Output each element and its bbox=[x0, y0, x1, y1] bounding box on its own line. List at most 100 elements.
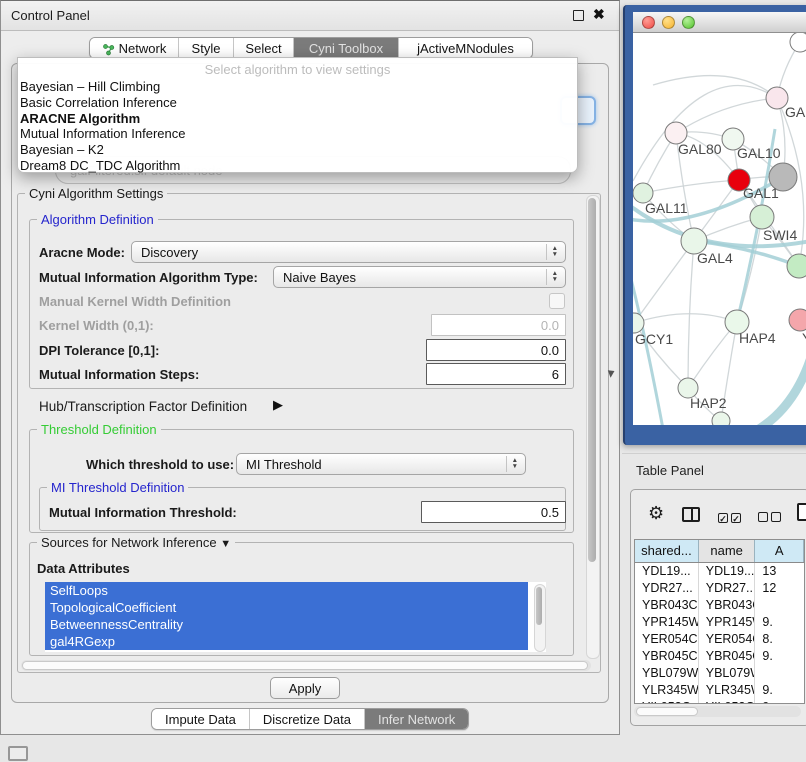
network-node-SWI4[interactable] bbox=[750, 205, 774, 229]
attributes-list-scrollbar[interactable] bbox=[534, 584, 546, 652]
checked-boxes-icon[interactable]: ✓✓ bbox=[718, 509, 744, 527]
dpi-tolerance-field[interactable] bbox=[426, 339, 566, 361]
table-header-row: shared...nameA bbox=[635, 540, 804, 563]
hub-section-label[interactable]: Hub/Transcription Factor Definition bbox=[39, 399, 247, 414]
table-cell: YPR145W bbox=[635, 614, 699, 631]
table-cell: YBR043C bbox=[699, 597, 756, 614]
minimized-panel-icon[interactable] bbox=[8, 746, 28, 761]
network-node-top-partial[interactable] bbox=[790, 33, 806, 52]
table-cell bbox=[755, 665, 804, 682]
tab-jactivemnodules[interactable]: jActiveMNodules bbox=[399, 38, 532, 59]
table-cell: YBR045C bbox=[635, 648, 699, 665]
algorithm-option[interactable]: Dream8 DC_TDC Algorithm bbox=[18, 158, 577, 174]
network-node-label: HAP2 bbox=[690, 395, 727, 411]
mi-threshold-field[interactable] bbox=[421, 501, 566, 523]
mi-algorithm-type-label: Mutual Information Algorithm Type: bbox=[39, 270, 258, 285]
algorithm-option[interactable]: Basic Correlation Inference bbox=[18, 95, 577, 111]
network-edge bbox=[633, 271, 663, 425]
network-edge bbox=[688, 241, 694, 388]
network-edge bbox=[759, 351, 806, 425]
table-row[interactable]: YDR27...YDR27...12 bbox=[635, 580, 804, 597]
node-attribute-table: shared...nameAYDL19...YDL19...13YDR27...… bbox=[634, 539, 805, 704]
network-node-pink-right[interactable] bbox=[789, 309, 806, 331]
kernel-width-field[interactable] bbox=[431, 314, 566, 336]
algorithm-placeholder: Select algorithm to view settings bbox=[18, 58, 577, 79]
apply-button[interactable]: Apply bbox=[270, 677, 340, 699]
table-row[interactable]: YBR043CYBR043C bbox=[635, 597, 804, 614]
network-node-bottom-small[interactable] bbox=[712, 412, 730, 425]
data-attribute-item[interactable]: TopologicalCoefficient bbox=[45, 599, 528, 616]
network-window-titlebar[interactable] bbox=[633, 12, 806, 33]
bottom-tab-impute-data[interactable]: Impute Data bbox=[152, 709, 250, 730]
network-canvas[interactable]: GALGAL80GAL10GAL1GAL11SWI4GAL4GCY1HAP4YH… bbox=[633, 33, 806, 425]
data-attributes-list[interactable]: SelfLoopsTopologicalCoefficientBetweenne… bbox=[45, 582, 546, 652]
algorithm-option[interactable]: Mutual Information Inference bbox=[18, 126, 577, 142]
algorithm-option[interactable]: ARACNE Algorithm bbox=[18, 111, 577, 127]
settings-horizontal-scrollbar[interactable] bbox=[21, 660, 591, 671]
table-cell: 9. bbox=[755, 648, 804, 665]
table-row[interactable]: YIL052CYIL052C9 bbox=[635, 699, 804, 704]
bottom-tab-discretize-data[interactable]: Discretize Data bbox=[250, 709, 365, 730]
mi-steps-field[interactable] bbox=[426, 363, 566, 385]
column-header[interactable]: shared... bbox=[635, 540, 699, 562]
network-edge bbox=[676, 98, 777, 133]
which-threshold-select[interactable]: MI Threshold ▲▼ bbox=[236, 453, 526, 475]
table-cell: YIL052C bbox=[699, 699, 756, 704]
table-row[interactable]: YER054CYER054C8. bbox=[635, 631, 804, 648]
cyni-algorithm-settings-title: Cyni Algorithm Settings bbox=[25, 186, 167, 201]
tab-cyni-toolbox[interactable]: Cyni Toolbox bbox=[294, 38, 399, 59]
data-attribute-item[interactable]: SelfLoops bbox=[45, 582, 528, 599]
gear-icon[interactable]: ⚙ bbox=[648, 503, 664, 524]
table-row[interactable]: YBL079WYBL079W bbox=[635, 665, 804, 682]
manual-kernel-width-label: Manual Kernel Width Definition bbox=[39, 294, 231, 309]
cyni-bottom-tab-bar: Impute DataDiscretize Data Infer Network bbox=[151, 708, 469, 730]
close-panel-icon[interactable]: ✖ bbox=[593, 6, 605, 23]
mi-threshold-title: MI Threshold Definition bbox=[47, 480, 188, 495]
tab-label: Infer Network bbox=[378, 709, 455, 730]
network-node-label: GAL4 bbox=[697, 250, 733, 266]
table-cell: YLR345W bbox=[635, 682, 699, 699]
table-horizontal-scrollbar[interactable] bbox=[634, 706, 801, 717]
aracne-mode-select[interactable]: Discovery ▲▼ bbox=[131, 241, 566, 263]
tab-select[interactable]: Select bbox=[234, 38, 294, 59]
data-attribute-item[interactable]: gal4RGexp bbox=[45, 633, 528, 650]
aracne-mode-label: Aracne Mode: bbox=[39, 245, 125, 260]
columns-icon[interactable] bbox=[682, 507, 700, 522]
algorithm-option[interactable]: Bayesian – Hill Climbing bbox=[18, 79, 577, 95]
tab-label: jActiveMNodules bbox=[417, 38, 514, 59]
zoom-traffic-light[interactable] bbox=[682, 16, 695, 29]
table-cell: YER054C bbox=[635, 631, 699, 648]
data-attribute-item[interactable]: BetweennessCentrality bbox=[45, 616, 528, 633]
manual-kernel-width-checkbox[interactable] bbox=[549, 293, 565, 309]
float-window-icon[interactable] bbox=[573, 10, 584, 21]
network-node-label: GAL1 bbox=[743, 185, 779, 201]
which-threshold-value: MI Threshold bbox=[246, 457, 506, 472]
bottom-tab-infer-network[interactable]: Infer Network bbox=[365, 709, 468, 730]
page-icon[interactable] bbox=[797, 503, 806, 521]
table-cell: YPR145W bbox=[699, 614, 756, 631]
collapse-arrow-icon[interactable]: ▼ bbox=[220, 538, 231, 550]
algorithm-option[interactable]: Bayesian – K2 bbox=[18, 142, 577, 158]
unchecked-boxes-icon[interactable] bbox=[758, 509, 784, 527]
column-header[interactable]: A bbox=[755, 540, 804, 562]
table-row[interactable]: YBR045CYBR045C9. bbox=[635, 648, 804, 665]
table-row[interactable]: YPR145WYPR145W9. bbox=[635, 614, 804, 631]
mi-algorithm-type-select[interactable]: Naive Bayes ▲▼ bbox=[273, 266, 566, 288]
table-cell bbox=[755, 597, 804, 614]
column-header[interactable]: name bbox=[699, 540, 756, 562]
divider bbox=[622, 453, 806, 454]
minimize-traffic-light[interactable] bbox=[662, 16, 675, 29]
tab-network[interactable]: Network bbox=[90, 38, 179, 59]
expand-arrow-icon[interactable]: ▶ bbox=[273, 397, 283, 413]
table-panel-title: Table Panel bbox=[636, 463, 704, 478]
table-row[interactable]: YDL19...YDL19...13 bbox=[635, 563, 804, 580]
algorithm-definition-title: Algorithm Definition bbox=[37, 212, 158, 227]
close-traffic-light[interactable] bbox=[642, 16, 655, 29]
table-row[interactable]: YLR345WYLR345W9. bbox=[635, 682, 804, 699]
mi-steps-label: Mutual Information Steps: bbox=[39, 367, 199, 382]
settings-vertical-scrollbar[interactable] bbox=[586, 195, 600, 659]
network-node-green-right[interactable] bbox=[787, 254, 806, 278]
tab-style[interactable]: Style bbox=[179, 38, 234, 59]
which-threshold-label: Which threshold to use: bbox=[86, 457, 234, 472]
network-node-label: SWI4 bbox=[763, 227, 797, 243]
